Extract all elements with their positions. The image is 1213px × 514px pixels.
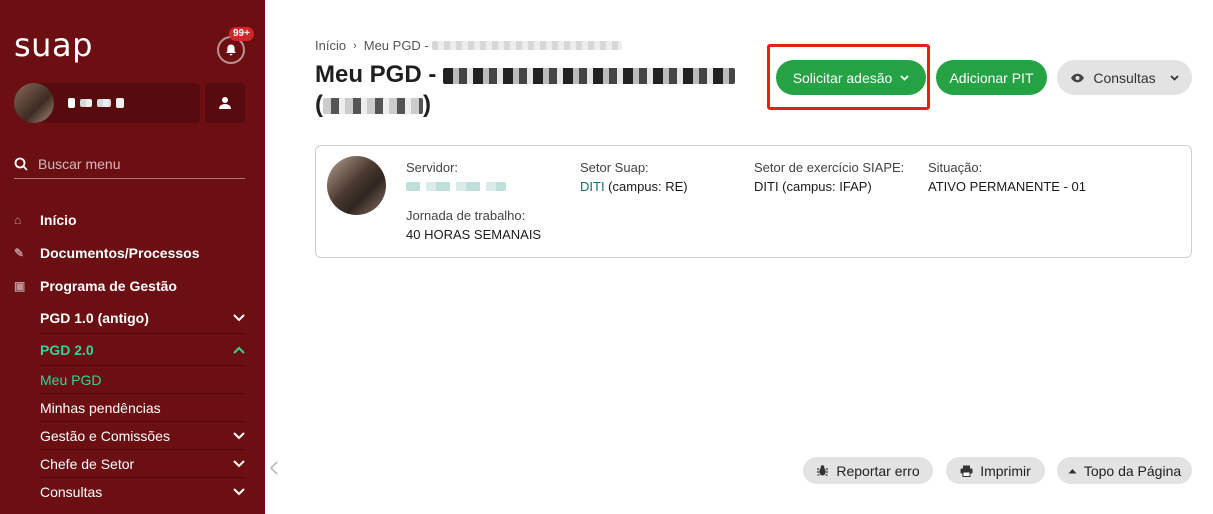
sidebar-item-chefe[interactable]: Chefe de Setor — [40, 450, 245, 478]
page-title: Meu PGD - () — [315, 60, 755, 120]
sidebar-item-gestao[interactable]: Gestão e Comissões — [40, 422, 245, 450]
eye-icon — [1071, 73, 1085, 82]
caret-up-icon — [1068, 468, 1077, 473]
chevron-down-icon — [233, 488, 245, 496]
chevron-right-icon: › — [353, 39, 357, 52]
sidebar-item-inicio[interactable]: ⌂ Início — [14, 203, 245, 236]
title-name-redacted — [443, 67, 736, 84]
sidebar-item-pgd2[interactable]: PGD 2.0 — [40, 334, 245, 366]
sidebar-item-programa-gestao[interactable]: ▣ Programa de Gestão — [14, 269, 245, 302]
servidor-card: Servidor: Setor Suap: DITI (campus: RE) … — [315, 145, 1192, 258]
suap-logo[interactable]: suap — [14, 26, 93, 64]
topo-pagina-button[interactable]: Topo da Página — [1057, 457, 1192, 484]
sidebar-item-pgd1[interactable]: PGD 1.0 (antigo) — [40, 302, 245, 334]
chevron-up-icon — [233, 346, 245, 354]
sidebar-item-documentos[interactable]: ✎ Documentos/Processos — [14, 236, 245, 269]
chevron-down-icon — [233, 431, 245, 439]
servidor-name-redacted — [406, 182, 506, 191]
sidebar: suap 99+ Buscar menu ⌂ Início ✎ Document… — [0, 0, 265, 514]
sidebar-menu: ⌂ Início ✎ Documentos/Processos ▣ Progra… — [14, 203, 245, 506]
imprimir-button[interactable]: Imprimir — [946, 457, 1045, 484]
bell-icon — [226, 44, 236, 56]
sidebar-item-pendencias[interactable]: Minhas pendências — [40, 394, 245, 422]
highlight-box — [767, 44, 930, 110]
user-icon — [219, 97, 231, 109]
search-input[interactable]: Buscar menu — [38, 156, 120, 172]
avatar — [14, 83, 54, 123]
servidor-field: Servidor: — [406, 160, 506, 194]
collapse-sidebar-button[interactable] — [269, 459, 278, 480]
breadcrumb-current: Meu PGD - — [363, 38, 429, 53]
setor-link[interactable]: DITI — [580, 179, 605, 194]
document-edit-icon: ✎ — [14, 245, 25, 260]
setor-suap-field: Setor Suap: DITI (campus: RE) — [580, 160, 688, 194]
adicionar-pit-button[interactable]: Adicionar PIT — [936, 60, 1047, 95]
user-name-redacted — [68, 98, 124, 108]
jornada-field: Jornada de trabalho: 40 HORAS SEMANAIS — [406, 208, 542, 242]
situacao-field: Situação: ATIVO PERMANENTE - 01 — [928, 160, 1086, 194]
house-laptop-icon: ▣ — [14, 278, 26, 293]
search-icon — [14, 157, 28, 171]
user-menu-button[interactable] — [205, 83, 245, 123]
chevron-down-icon — [233, 313, 245, 321]
sidebar-item-meu-pgd[interactable]: Meu PGD — [40, 366, 245, 394]
sidebar-item-consultas[interactable]: Consultas — [40, 478, 245, 506]
setor-exercicio-field: Setor de exercício SIAPE: DITI (campus: … — [754, 160, 905, 194]
bug-icon — [817, 465, 829, 476]
chevron-left-icon — [269, 461, 278, 475]
chevron-down-icon — [1169, 74, 1179, 81]
consultas-dropdown-button[interactable]: Consultas — [1057, 60, 1192, 95]
avatar — [327, 156, 386, 215]
reportar-erro-button[interactable]: Reportar erro — [803, 457, 933, 484]
print-icon — [960, 465, 973, 477]
menu-search[interactable]: Buscar menu — [14, 150, 245, 179]
home-icon: ⌂ — [14, 212, 22, 227]
title-id-redacted — [323, 97, 423, 114]
breadcrumb-home[interactable]: Início — [315, 38, 346, 53]
notification-badge: 99+ — [229, 27, 254, 41]
breadcrumb-redacted — [431, 41, 622, 50]
breadcrumb: Início › Meu PGD - — [315, 38, 622, 53]
user-profile-link[interactable] — [14, 83, 200, 123]
chevron-down-icon — [233, 459, 245, 467]
